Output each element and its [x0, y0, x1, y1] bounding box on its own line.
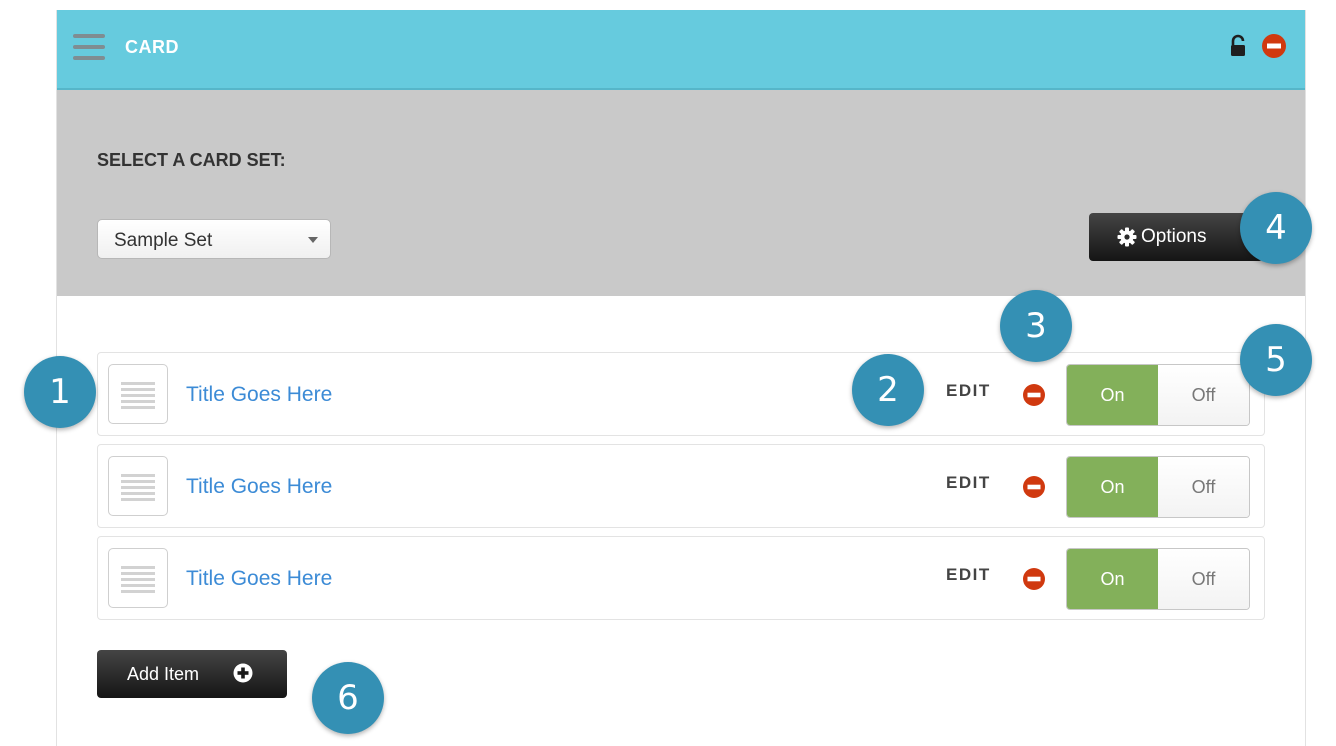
remove-icon[interactable]: [1022, 383, 1046, 407]
callout-3: 3: [1000, 290, 1072, 362]
toggle-off-option[interactable]: Off: [1158, 549, 1249, 609]
item-title-link[interactable]: Title Goes Here: [186, 567, 332, 591]
panel-header: CARD: [57, 10, 1305, 90]
edit-link[interactable]: EDIT: [946, 565, 991, 585]
drag-handle-icon[interactable]: [108, 456, 168, 516]
add-item-label: Add Item: [127, 664, 200, 684]
add-item-button[interactable]: Add Item: [97, 650, 287, 698]
unlock-icon[interactable]: [1229, 34, 1247, 58]
list-item: Title Goes Here EDIT On Off: [97, 352, 1265, 436]
on-off-toggle[interactable]: On Off: [1066, 548, 1250, 610]
toggle-on-option[interactable]: On: [1067, 457, 1158, 517]
options-button[interactable]: Options: [1089, 213, 1263, 261]
gear-icon: [1117, 227, 1137, 247]
remove-icon[interactable]: [1022, 567, 1046, 591]
item-title-link[interactable]: Title Goes Here: [186, 475, 332, 499]
card-set-selected-value: Sample Set: [114, 230, 213, 251]
hamburger-menu-icon[interactable]: [73, 34, 105, 64]
edit-link[interactable]: EDIT: [946, 381, 991, 401]
card-panel: CARD SELECT A CARD SET: Sample Set Optio…: [56, 10, 1306, 746]
callout-6: 6: [312, 662, 384, 734]
panel-title: CARD: [125, 37, 179, 57]
toggle-off-option[interactable]: Off: [1158, 457, 1249, 517]
callout-4: 4: [1240, 192, 1312, 264]
edit-link[interactable]: EDIT: [946, 473, 991, 493]
on-off-toggle[interactable]: On Off: [1066, 456, 1250, 518]
options-label: Options: [1141, 226, 1207, 247]
toggle-on-option[interactable]: On: [1067, 365, 1158, 425]
card-set-selector: SELECT A CARD SET: Sample Set Options: [57, 90, 1305, 296]
toggle-off-option[interactable]: Off: [1158, 365, 1249, 425]
plus-circle-icon: [233, 663, 253, 683]
on-off-toggle[interactable]: On Off: [1066, 364, 1250, 426]
list-item: Title Goes Here EDIT On Off: [97, 444, 1265, 528]
toggle-on-option[interactable]: On: [1067, 549, 1158, 609]
callout-2: 2: [852, 354, 924, 426]
remove-icon[interactable]: [1022, 475, 1046, 499]
item-title-link[interactable]: Title Goes Here: [186, 383, 332, 407]
drag-handle-icon[interactable]: [108, 548, 168, 608]
select-card-set-label: SELECT A CARD SET:: [97, 150, 286, 170]
callout-5: 5: [1240, 324, 1312, 396]
remove-icon[interactable]: [1261, 33, 1287, 59]
caret-down-icon: [308, 237, 318, 243]
list-item: Title Goes Here EDIT On Off: [97, 536, 1265, 620]
card-set-dropdown[interactable]: Sample Set: [97, 219, 331, 259]
drag-handle-icon[interactable]: [108, 364, 168, 424]
callout-1: 1: [24, 356, 96, 428]
